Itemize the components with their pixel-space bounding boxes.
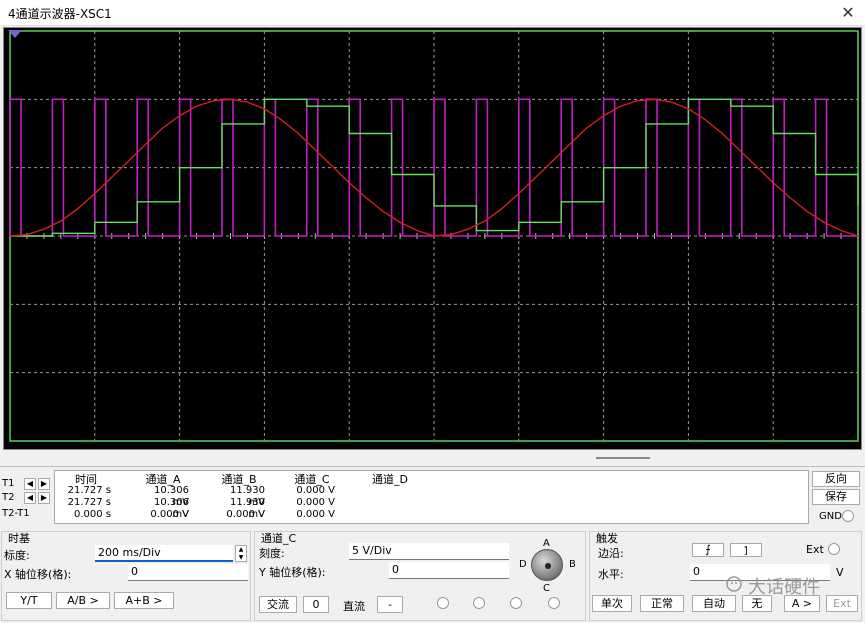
t1-left-arrow-icon[interactable]: ◀ <box>24 478 36 490</box>
value-cell: 10.306 mV <box>137 497 189 509</box>
trigger-ext-label: Ext <box>806 543 824 556</box>
a-plus-b-mode-button[interactable]: A+B > <box>114 592 174 609</box>
channel-c-radio[interactable] <box>510 597 522 609</box>
wechat-icon <box>726 576 742 592</box>
value-cell: 0.000 V <box>289 485 335 497</box>
window-title: 4通道示波器-XSC1 <box>8 5 112 22</box>
value-cell: 0.000 V <box>213 509 265 521</box>
trigger-title: 触发 <box>596 530 618 546</box>
trigger-ext-radio[interactable] <box>828 543 840 555</box>
channel-ypos-field[interactable]: 0 <box>389 562 509 579</box>
timebase-title: 时基 <box>8 530 30 546</box>
value-cell: 0.000 V <box>289 509 335 521</box>
rising-edge-icon[interactable]: ⨍ <box>692 543 724 557</box>
value-cell: 0.000 V <box>137 509 189 521</box>
column-channel-b: 通道_B 11.930 mV 11.930 mV 0.000 V <box>213 471 265 521</box>
timebase-xpos-label: X 轴位移(格): <box>4 566 71 582</box>
value-cell: 11.930 mV <box>213 485 265 497</box>
minus-button[interactable]: - <box>377 596 403 613</box>
column-channel-d: 通道_D <box>367 471 413 485</box>
column-time: 时间 21.727 s 21.727 s 0.000 s <box>61 471 111 521</box>
channel-ypos-label: Y 轴位移(格): <box>259 564 326 580</box>
cursor-t2-label: T2 <box>2 492 14 503</box>
timebase-xpos-field[interactable]: 0 <box>128 564 248 581</box>
t2-right-arrow-icon[interactable]: ▶ <box>38 492 50 504</box>
knob-label-a: A <box>543 538 550 549</box>
ac-coupling-button[interactable]: 交流 <box>259 596 297 613</box>
trigger-auto-button[interactable]: 自动 <box>692 595 736 612</box>
zero-coupling-button[interactable]: 0 <box>303 596 329 613</box>
title-bar: 4通道示波器-XSC1 ✕ <box>0 0 865 26</box>
value-cell: 10.306 mV <box>137 485 189 497</box>
cursor-diff-label: T2-T1 <box>2 508 30 519</box>
oscilloscope-screen <box>3 27 862 450</box>
cursor-readout-table: 时间 21.727 s 21.727 s 0.000 s 通道_A 10.306… <box>54 470 809 524</box>
trigger-edge-label: 边沿: <box>598 545 624 561</box>
separator <box>0 466 865 467</box>
knob-label-d: D <box>519 559 527 570</box>
trigger-normal-button[interactable]: 正常 <box>640 595 684 612</box>
gnd-radio[interactable] <box>842 510 854 522</box>
knob-label-c: C <box>543 583 550 594</box>
column-header: 时间 <box>61 471 111 485</box>
cursor-t1-label: T1 <box>2 478 14 489</box>
value-cell: 21.727 s <box>61 485 111 497</box>
value-cell: 0.000 V <box>289 497 335 509</box>
channel-b-radio[interactable] <box>473 597 485 609</box>
timebase-scale-spinner[interactable]: ▲▼ <box>235 545 247 562</box>
save-button[interactable]: 保存 <box>812 489 860 505</box>
knob-label-b: B <box>569 559 576 570</box>
yt-mode-button[interactable]: Y/T <box>6 592 52 609</box>
falling-edge-icon[interactable]: ⦐ <box>730 543 762 557</box>
timebase-scale-field[interactable]: 200 ms/Div <box>95 545 233 562</box>
column-header: 通道_C <box>289 471 335 485</box>
column-header: 通道_B <box>213 471 265 485</box>
ab-mode-button[interactable]: A/B > <box>56 592 110 609</box>
dc-coupling-label[interactable]: 直流 <box>343 598 365 614</box>
close-icon[interactable]: ✕ <box>837 2 859 24</box>
channel-select-knob[interactable] <box>531 549 563 581</box>
value-cell: 21.727 s <box>61 497 111 509</box>
gnd-label: GND <box>819 511 842 522</box>
timebase-scale-label: 标度: <box>4 547 30 563</box>
knob-indicator <box>545 563 551 569</box>
waveform-display <box>4 28 861 449</box>
column-channel-a: 通道_A 10.306 mV 10.306 mV 0.000 V <box>137 471 189 521</box>
timebase-group: 时基 标度: 200 ms/Div ▲▼ X 轴位移(格): 0 Y/T A/B… <box>1 531 251 621</box>
channel-scale-field[interactable]: 5 V/Div <box>349 543 509 560</box>
column-header: 通道_D <box>367 471 413 485</box>
channel-title: 通道_C <box>261 530 296 546</box>
channel-a-radio[interactable] <box>437 597 449 609</box>
trigger-ext-button[interactable]: Ext <box>826 595 858 612</box>
reverse-button[interactable]: 反向 <box>812 471 860 487</box>
trigger-level-label: 水平: <box>598 566 624 582</box>
resize-splitter[interactable] <box>596 457 650 459</box>
value-cell: 0.000 s <box>61 509 111 521</box>
trigger-single-button[interactable]: 单次 <box>592 595 632 612</box>
column-channel-c: 通道_C 0.000 V 0.000 V 0.000 V <box>289 471 335 521</box>
watermark-text: 大话硬件 <box>748 573 820 599</box>
value-cell: 11.930 mV <box>213 497 265 509</box>
t1-right-arrow-icon[interactable]: ▶ <box>38 478 50 490</box>
channel-d-radio[interactable] <box>548 597 560 609</box>
column-header: 通道_A <box>137 471 189 485</box>
channel-scale-label: 刻度: <box>259 545 285 561</box>
trigger-level-unit: V <box>836 566 844 579</box>
t2-left-arrow-icon[interactable]: ◀ <box>24 492 36 504</box>
